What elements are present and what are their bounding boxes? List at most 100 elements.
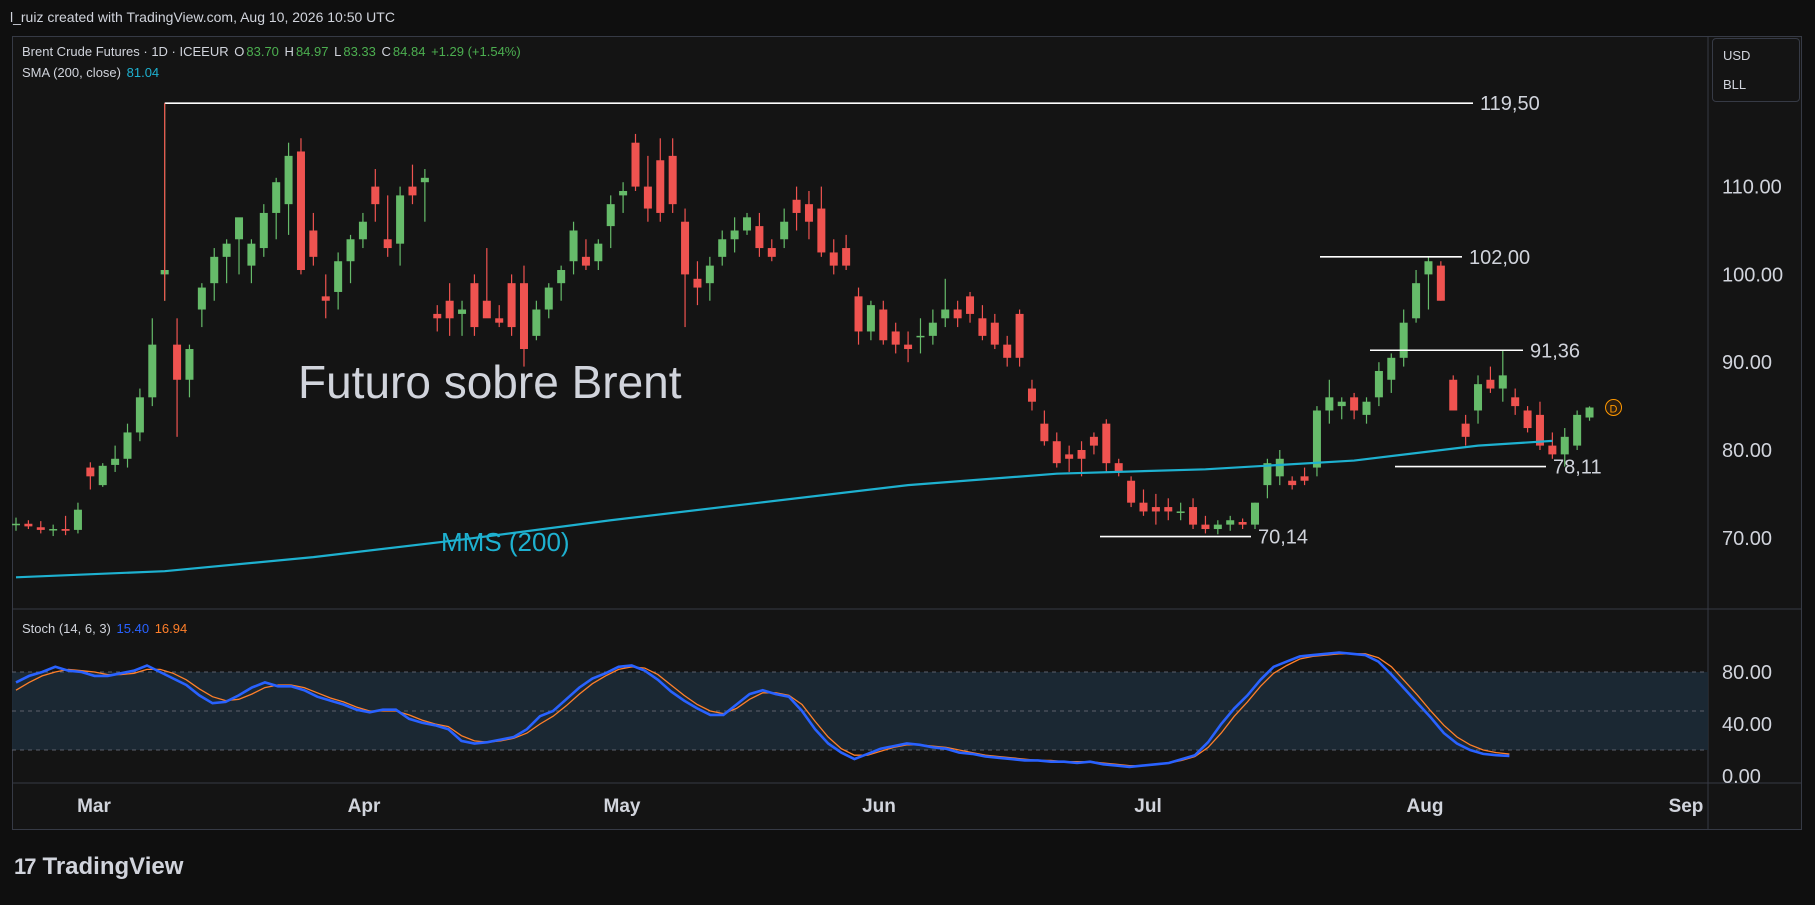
candle-body <box>656 160 665 213</box>
candle-body <box>1412 283 1421 319</box>
level-label: 78,11 <box>1553 457 1602 479</box>
price-axis-label: 110.00 <box>1722 177 1782 199</box>
candle-body <box>458 309 467 314</box>
sma-annotation: MMS (200) <box>441 527 570 557</box>
level-label: 91,36 <box>1530 340 1580 362</box>
unit-label[interactable]: BLL <box>1723 77 1746 92</box>
candle-body <box>990 322 999 345</box>
candle-body <box>259 212 268 249</box>
candle-body <box>24 523 33 527</box>
candle-body <box>1003 344 1012 358</box>
candle-body <box>904 344 913 350</box>
candle-body <box>1065 454 1074 459</box>
candle-body <box>222 243 231 257</box>
candle-body <box>705 265 714 284</box>
candle-body <box>321 296 330 301</box>
tradingview-logo[interactable]: 17 TradingView <box>14 853 183 881</box>
candle-body <box>1114 463 1123 472</box>
candle-body <box>272 182 281 213</box>
close-value: 84.84 <box>392 44 426 59</box>
candle-body <box>916 335 925 338</box>
price-axis-label: 90.00 <box>1722 352 1772 374</box>
candle-body <box>433 313 442 319</box>
candle-body <box>185 349 194 380</box>
candle-body <box>36 527 45 530</box>
candle-body <box>842 248 851 266</box>
symbol-legend[interactable]: Brent Crude Futures · 1D · ICEEUR O 83.70… <box>22 44 523 59</box>
candle-body <box>928 322 937 336</box>
candle-body <box>1201 524 1210 530</box>
time-axis-label[interactable]: Mar <box>77 796 111 817</box>
chart-canvas[interactable]: 119,50 102,00 91,36 78,11 70,14 Futuro sobre … <box>0 0 1815 905</box>
candle-body <box>643 186 652 209</box>
time-axis-label[interactable]: Aug <box>1407 796 1444 817</box>
stoch-legend[interactable]: Stoch (14, 6, 3) 15.40 16.94 <box>22 621 189 636</box>
candle-body <box>1461 423 1470 437</box>
candle-body <box>743 217 752 231</box>
candle-body <box>1052 441 1061 464</box>
candle-body <box>817 208 826 253</box>
candle-body <box>953 309 962 319</box>
candle-body <box>371 186 380 205</box>
candle-body <box>284 155 293 205</box>
candle-body <box>718 239 727 257</box>
sma-legend[interactable]: SMA (200, close) 81.04 <box>22 65 161 80</box>
sma-value: 81.04 <box>126 65 160 80</box>
symbol-name[interactable]: Brent Crude Futures · 1D · ICEEUR <box>22 44 229 59</box>
candle-body <box>495 318 504 323</box>
stoch-label[interactable]: Stoch (14, 6, 3) <box>22 621 111 636</box>
price-axis-label: 100.00 <box>1722 264 1783 286</box>
candle-body <box>804 204 813 222</box>
candle-body <box>197 287 206 310</box>
candle-body <box>941 309 950 319</box>
candle-body <box>866 305 875 332</box>
candle-body <box>1040 423 1049 442</box>
time-axis-label[interactable]: Sep <box>1669 796 1704 817</box>
sma-label[interactable]: SMA (200, close) <box>22 65 121 80</box>
candle-body <box>1089 436 1098 446</box>
change-value: +1.29 (+1.54%) <box>431 44 521 59</box>
candle-body <box>1511 397 1520 407</box>
candle-body <box>135 397 144 433</box>
currency-unit-badge[interactable]: USD BLL <box>1712 38 1800 102</box>
stoch-d-value: 16.94 <box>154 621 188 636</box>
time-axis-label[interactable]: May <box>604 796 641 817</box>
high-label: H <box>284 44 294 59</box>
candle-body <box>1387 357 1396 380</box>
stoch-axis-label: 0.00 <box>1722 766 1761 788</box>
time-axis-label[interactable]: Jun <box>862 796 896 817</box>
time-axis-label[interactable]: Apr <box>348 796 381 817</box>
candle-body <box>1139 502 1148 512</box>
candle-body <box>829 252 838 266</box>
candle-body <box>1498 375 1507 389</box>
candle-body <box>1189 507 1198 525</box>
candle-body <box>1350 397 1359 411</box>
candle-body <box>123 432 132 459</box>
candle-body <box>86 467 95 477</box>
candle-body <box>1486 379 1495 389</box>
candle-body <box>581 256 590 266</box>
candle-body <box>358 221 367 240</box>
candle-body <box>606 204 615 227</box>
candle-body <box>1548 445 1557 455</box>
price-axis-label: 80.00 <box>1722 440 1772 462</box>
candle-body <box>1573 414 1582 446</box>
candle-body <box>49 529 58 531</box>
candle-body <box>470 283 479 328</box>
candle-body <box>1312 410 1321 468</box>
candle-body <box>507 283 516 328</box>
currency-label[interactable]: USD <box>1723 48 1750 63</box>
candle-body <box>1226 520 1235 525</box>
candle-body <box>396 195 405 244</box>
candle-body <box>1238 521 1247 525</box>
candle-body <box>1399 322 1408 358</box>
candle-body <box>12 523 20 526</box>
time-axis-label[interactable]: Jul <box>1134 796 1161 817</box>
candle-body <box>173 344 182 380</box>
high-value: 84.97 <box>295 44 329 59</box>
chart-title-annotation: Futuro sobre Brent <box>298 356 682 408</box>
open-value: 83.70 <box>246 44 279 59</box>
tradingview-logo-text: TradingView <box>42 853 184 880</box>
dividend-flag-label: D <box>1610 404 1618 416</box>
price-axis-label: 70.00 <box>1722 528 1772 550</box>
